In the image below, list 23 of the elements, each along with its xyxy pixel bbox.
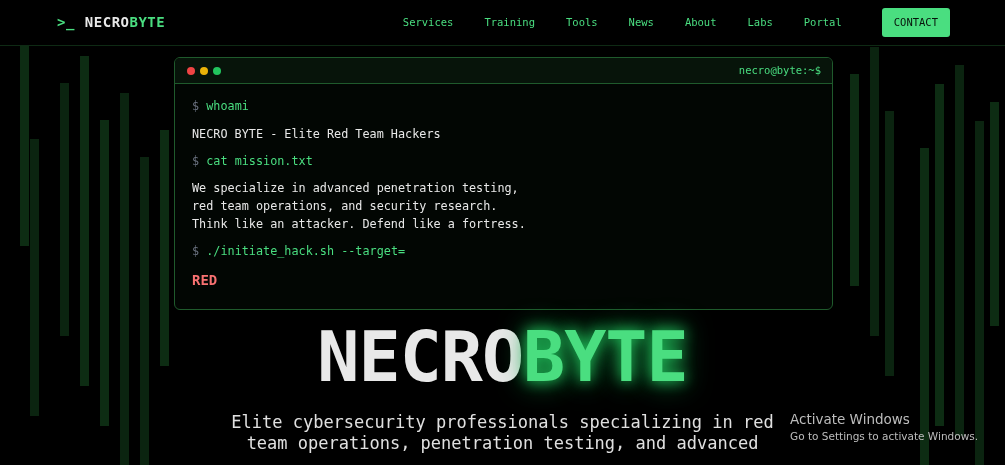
terminal-command: $ whoami	[192, 98, 250, 115]
terminal-command: $ cat mission.txt	[192, 152, 314, 170]
hero-title: NECROBYTE	[316, 322, 689, 393]
nav-link[interactable]: Tools	[566, 14, 598, 31]
terminal-title: necro@byte:~$	[738, 62, 821, 78]
nav-link[interactable]: News	[628, 14, 654, 31]
nav-link[interactable]: Labs	[747, 14, 773, 31]
terminal-output: NECRO BYTE - Elite Red Team Hackers	[192, 125, 442, 143]
logo[interactable]: >_ NECROBYTE	[57, 12, 166, 33]
close-dot-icon	[187, 66, 195, 75]
terminal-command: $ ./initiate_hack.sh --target=	[192, 243, 407, 261]
nav-link[interactable]: About	[684, 14, 717, 31]
activation-notice-title: Activate Windows	[790, 410, 911, 429]
nav-link[interactable]: Services	[402, 14, 454, 31]
nav-link[interactable]: Portal	[803, 14, 842, 31]
minimize-dot-icon	[200, 66, 208, 75]
hero-subtitle: Elite cybersecurity professionals specializing in red team operations, penetration testing, and advanced	[230, 412, 775, 455]
contact-button[interactable]: CONTACT	[881, 7, 950, 38]
target-value: RED	[192, 271, 219, 291]
nav-link[interactable]: Training	[484, 14, 535, 31]
terminal-output: We specialize in advanced penetration testing, red team operations, and security research. Think like an attacker. Defend like a fortress.	[192, 180, 527, 234]
activation-notice-text: Go to Settings to activate Windows.	[790, 429, 979, 445]
maximize-dot-icon	[213, 66, 221, 75]
